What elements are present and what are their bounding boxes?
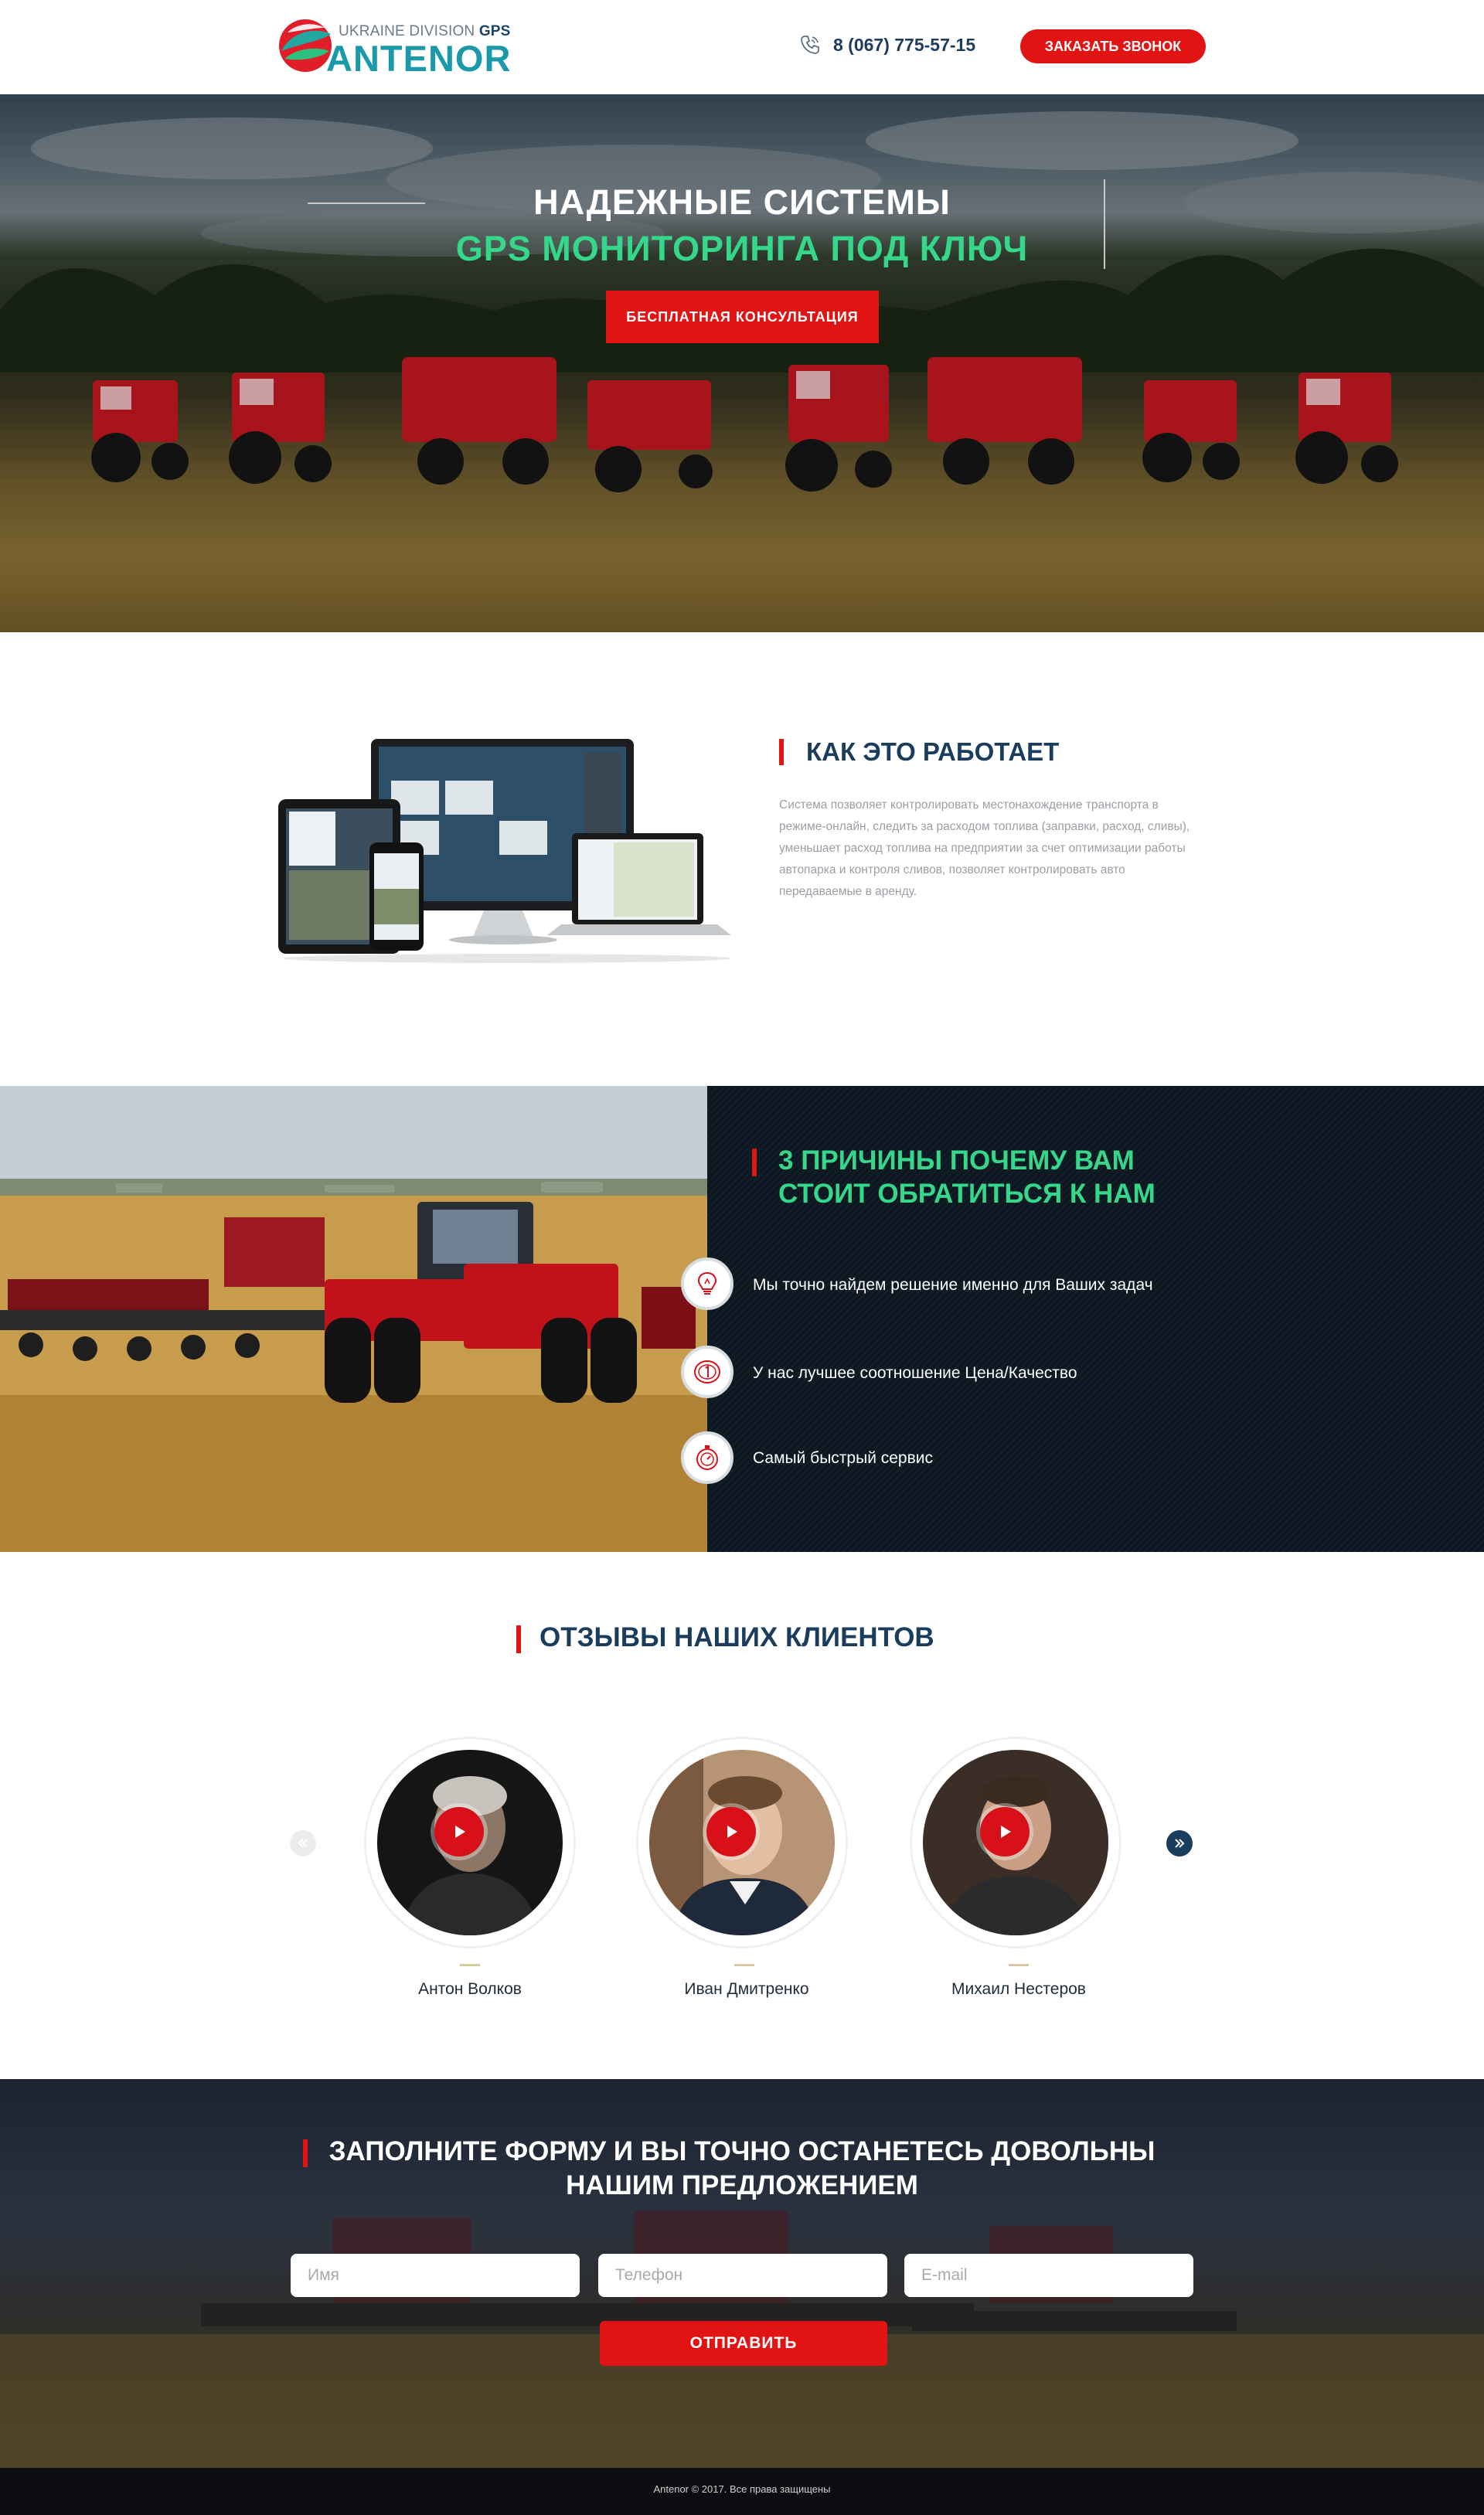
submit-button[interactable]: ОТПРАВИТЬ — [600, 2321, 887, 2366]
review-2-name: Иван Дмитренко — [684, 1980, 809, 1998]
logo-globe-icon — [279, 19, 332, 72]
hero-section — [0, 94, 1484, 632]
hero-machinery — [91, 357, 1398, 492]
name-field[interactable] — [291, 2254, 580, 2297]
reasons-title-line2: СТОИТ ОБРАТИТЬСЯ К НАМ — [778, 1179, 1156, 1209]
play-video-button[interactable] — [980, 1807, 1030, 1856]
hero-title-line1: НАДЕЖНЫЕ СИСТЕМЫ — [533, 182, 951, 222]
coin-icon — [694, 1360, 720, 1383]
phone-number: 8 (067) 775-57-15 — [833, 34, 976, 55]
play-video-button[interactable] — [706, 1807, 756, 1856]
how-it-works-text: Система позволяет контролировать местона… — [779, 798, 1190, 898]
reviews-title-accent — [516, 1625, 521, 1653]
reason-item-2-icon — [681, 1346, 733, 1398]
double-chevron-left-icon — [298, 1839, 308, 1848]
phone-contact[interactable]: 8 (067) 775-57-15 — [799, 34, 975, 56]
carousel-prev-button[interactable] — [290, 1830, 316, 1856]
review-card-2[interactable] — [637, 1737, 847, 1948]
form-title-line2: НАШИМ ПРЕДЛОЖЕНИЕМ — [566, 2170, 918, 2200]
reasons-title-line1: 3 ПРИЧИНЫ ПОЧЕМУ ВАМ — [778, 1145, 1135, 1176]
logo[interactable]: UKRAINE DIVISION GPS ANTENOR — [277, 17, 510, 79]
phone-icon — [801, 36, 819, 54]
reason-item-2-text: У нас лучшее соотношение Цена/Качество — [753, 1364, 1077, 1382]
logo-name: ANTENOR — [326, 38, 512, 79]
free-consultation-button[interactable]: БЕСПЛАТНАЯ КОНСУЛЬТАЦИЯ — [606, 291, 879, 343]
footer-copyright: Antenor © 2017. Все права защищены — [653, 2483, 831, 2495]
review-1-divider — [460, 1964, 480, 1966]
how-it-works-title: КАК ЭТО РАБОТАЕТ — [806, 737, 1060, 766]
play-icon — [1001, 1826, 1011, 1838]
hero-title-line2: GPS МОНИТОРИНГА ПОД КЛЮЧ — [455, 229, 1029, 268]
reason-item-1-text: Мы точно найдем решение именно для Ваших… — [753, 1276, 1153, 1294]
review-3-name: Михаил Нестеров — [951, 1980, 1086, 1998]
review-1-name: Антон Волков — [418, 1980, 522, 1998]
reasons-photo — [0, 1086, 707, 1552]
order-call-button[interactable]: ЗАКАЗАТЬ ЗВОНОК — [1020, 29, 1206, 63]
play-video-button[interactable] — [434, 1807, 484, 1856]
reasons-title-accent — [752, 1149, 757, 1176]
stopwatch-icon — [696, 1445, 718, 1470]
reviews-title: ОТЗЫВЫ НАШИХ КЛИЕНТОВ — [539, 1622, 934, 1652]
how-title-accent — [779, 739, 784, 765]
reason-item-3-text: Самый быстрый сервис — [753, 1449, 933, 1467]
play-icon — [455, 1826, 465, 1838]
play-icon — [727, 1826, 737, 1838]
lightbulb-icon — [697, 1271, 717, 1295]
review-card-1[interactable] — [365, 1737, 575, 1948]
phone-field[interactable] — [598, 2254, 887, 2297]
reason-item-1-icon — [681, 1258, 733, 1310]
tractor-field-illustration — [0, 1086, 707, 1552]
form-title-line1: ЗАПОЛНИТЕ ФОРМУ И ВЫ ТОЧНО ОСТАНЕТЕСЬ ДО… — [328, 2136, 1156, 2166]
email-field[interactable] — [904, 2254, 1193, 2297]
review-card-3[interactable] — [910, 1737, 1121, 1948]
reason-item-3-icon — [681, 1431, 733, 1484]
site-header: UKRAINE DIVISION GPS ANTENOR 8 (067) 775… — [0, 0, 1484, 94]
review-2-divider — [734, 1964, 754, 1966]
review-3-divider — [1009, 1964, 1029, 1966]
carousel-next-button[interactable] — [1166, 1830, 1193, 1856]
devices-illustration — [278, 739, 731, 963]
double-chevron-right-icon — [1175, 1839, 1185, 1848]
